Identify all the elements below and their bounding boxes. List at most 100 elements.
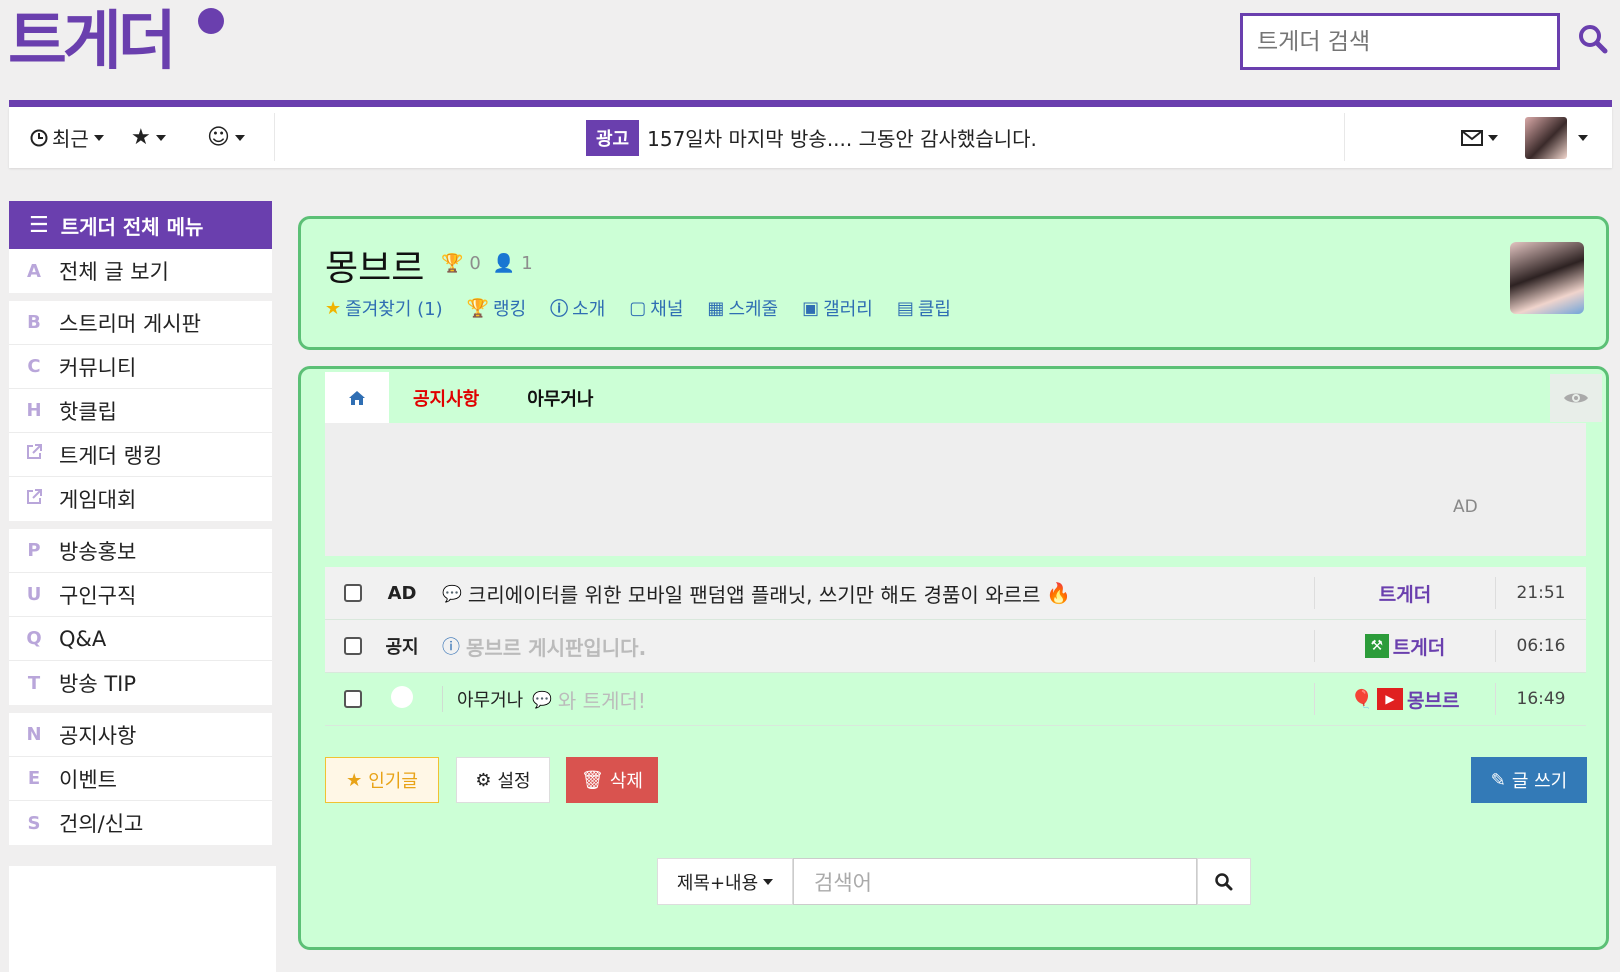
post-title-cell[interactable]: 💬 와 트게더! (532, 685, 1314, 714)
sidebar-item-ranking[interactable]: 트게더 랭킹 (9, 433, 272, 477)
ad-banner[interactable]: 광고 157일차 마지막 방송.... 그동안 감사했습니다. (586, 107, 1037, 168)
channel-link-schedule[interactable]: ▦ 스케줄 (707, 295, 778, 321)
fire-icon: 🔥 (1046, 581, 1072, 605)
button-label: 삭제 (609, 771, 643, 792)
search-icon[interactable] (1578, 24, 1608, 54)
sidebar-item-promotion[interactable]: P 방송홍보 (9, 529, 272, 573)
admin-badge-icon: ⚒ (1364, 634, 1389, 658)
tab-home[interactable] (325, 372, 389, 423)
sidebar-letter: C (27, 356, 41, 377)
button-label: 설정 (497, 771, 531, 792)
channel-link-label: 스케줄 (728, 299, 779, 320)
row-checkbox[interactable] (344, 690, 362, 708)
navbar: 최근 ★ ☺ 광고 157일차 마지막 방송.... 그동안 감사했습니다. (9, 107, 1612, 168)
chevron-down-icon (93, 134, 104, 141)
twitch-icon: ▢ (629, 297, 647, 319)
table-row[interactable]: 공지 ⓘ 몽브르 게시판입니다. ⚒ 트게더 06:16 (325, 620, 1586, 673)
ad-text: 157일차 마지막 방송.... 그동안 감사했습니다. (647, 127, 1037, 151)
post-category: 아무거나 (442, 686, 532, 712)
trophy-icon: 🏆 (441, 253, 464, 274)
channel-link-clips[interactable]: ▤ 클립 (897, 295, 951, 321)
author-name: 트게더 (1392, 636, 1446, 659)
sidebar-item-label: 건의/신고 (59, 812, 144, 836)
logo[interactable]: 트게더 (8, 2, 224, 82)
pencil-icon: ✎ (1490, 769, 1506, 791)
channel-link-channel[interactable]: ▢ 채널 (629, 295, 683, 321)
sidebar-item-tournament[interactable]: 게임대회 (9, 477, 272, 521)
row-checkbox[interactable] (344, 584, 362, 602)
delete-button[interactable]: 🗑 삭제 (566, 757, 658, 803)
messages-dropdown[interactable] (1461, 107, 1498, 168)
logo-text: 트게더 (8, 5, 177, 79)
author-name: 몽브르 (1406, 689, 1460, 712)
ad-area[interactable]: AD (325, 423, 1586, 556)
sidebar-item-hot-clips[interactable]: H 핫클립 (9, 389, 272, 433)
channel-link-ranking[interactable]: 🏆 랭킹 (467, 295, 527, 321)
profile-dropdown[interactable] (1525, 107, 1588, 168)
popular-button[interactable]: ★ 인기글 (325, 757, 439, 803)
post-author[interactable]: 트게더 (1314, 577, 1496, 609)
channel-name[interactable]: 몽브르 (325, 239, 424, 291)
sidebar-item-tips[interactable]: T 방송 TIP (9, 661, 272, 705)
settings-button[interactable]: ⚙ 설정 (456, 757, 550, 803)
channel-link-gallery[interactable]: ▣ 갤러리 (802, 295, 873, 321)
write-button[interactable]: ✎ 글 쓰기 (1471, 757, 1587, 803)
tab-notices[interactable]: 공지사항 (389, 372, 503, 423)
search-scope-label: 제목+내용 (676, 872, 759, 894)
post-title: 와 트게더! (557, 688, 646, 713)
channel-link-favorite[interactable]: ★ 즐겨찾기 (1) (325, 295, 443, 321)
comment-icon: 💬 (532, 689, 552, 709)
sidebar-item-community[interactable]: C 커뮤니티 (9, 345, 272, 389)
trophy-icon: 🏆 (466, 297, 490, 319)
post-title: 크리에이터를 위한 모바일 팬덤앱 플래닛, 쓰기만 해도 경품이 와르르 (467, 582, 1041, 607)
sidebar-item-jobs[interactable]: U 구인구직 (9, 573, 272, 617)
recent-dropdown[interactable]: 최근 (30, 107, 104, 168)
nav-divider (274, 113, 275, 161)
channel-link-label: 채널 (650, 299, 684, 320)
sidebar-item-events[interactable]: E 이벤트 (9, 757, 272, 801)
site-search-input[interactable] (1243, 16, 1557, 67)
tab-misc[interactable]: 아무거나 (503, 372, 617, 423)
channel-avatar[interactable] (1510, 242, 1584, 314)
sidebar-item-label: 방송 TIP (59, 672, 136, 696)
post-author[interactable]: 🎈 ▶ 몽브르 (1314, 683, 1496, 715)
channel-link-label: 즐겨찾기 (1) (345, 299, 443, 320)
sidebar-item-streamer-board[interactable]: B 스트리머 게시판 (9, 301, 272, 345)
sidebar-item-report[interactable]: S 건의/신고 (9, 801, 272, 845)
sidebar-item-label: 구인구직 (59, 583, 137, 608)
search-button[interactable] (1197, 858, 1251, 905)
logo-dot (198, 8, 224, 34)
table-row[interactable]: 아무거나 💬 와 트게더! 🎈 ▶ 몽브르 16:49 (325, 673, 1586, 726)
channel-link-about[interactable]: ⓘ 소개 (550, 295, 605, 321)
sidebar-header[interactable]: ☰ 트게더 전체 메뉴 (9, 201, 272, 249)
post-author[interactable]: ⚒ 트게더 (1314, 630, 1496, 662)
menu-icon: ☰ (29, 212, 49, 238)
table-row[interactable]: AD 💬 크리에이터를 위한 모바일 팬덤앱 플래닛, 쓰기만 해도 경품이 와… (325, 567, 1586, 620)
post-time: 06:16 (1516, 636, 1566, 656)
row-checkbox[interactable] (344, 637, 362, 655)
sidebar-item-all-posts[interactable]: A 전체 글 보기 (9, 249, 272, 293)
search-scope-select[interactable]: 제목+내용 (657, 858, 793, 905)
sidebar-item-label: 트게더 랭킹 (59, 443, 163, 468)
nav-divider (1344, 113, 1345, 161)
favorites-dropdown[interactable]: ★ (131, 107, 166, 168)
post-tag: AD (387, 582, 417, 604)
recent-label: 최근 (52, 127, 89, 151)
channel-link-label: 소개 (572, 299, 606, 320)
sidebar-letter: H (26, 400, 42, 421)
sidebar-item-label: 스트리머 게시판 (59, 311, 201, 336)
post-title-cell[interactable]: 💬 크리에이터를 위한 모바일 팬덤앱 플래닛, 쓰기만 해도 경품이 와르르 … (442, 579, 1314, 608)
sidebar-item-qna[interactable]: Q Q&A (9, 617, 272, 661)
eye-icon[interactable] (1550, 374, 1602, 422)
sidebar-item-label: 전체 글 보기 (59, 260, 169, 284)
channel-link-label: 랭킹 (493, 299, 527, 320)
sidebar-item-notices[interactable]: N 공지사항 (9, 713, 272, 757)
search-input[interactable]: 검색어 (793, 858, 1197, 905)
external-link-icon (9, 443, 59, 466)
post-title-cell[interactable]: ⓘ 몽브르 게시판입니다. (442, 632, 1314, 661)
emoticon-dropdown[interactable]: ☺ (207, 107, 245, 168)
ad-badge: 광고 (586, 119, 640, 156)
star-icon: ★ (325, 297, 342, 319)
trophy-count: 0 (469, 253, 481, 274)
sidebar: ☰ 트게더 전체 메뉴 A 전체 글 보기 B 스트리머 게시판 C 커뮤니티 H 핫클… (9, 201, 272, 853)
